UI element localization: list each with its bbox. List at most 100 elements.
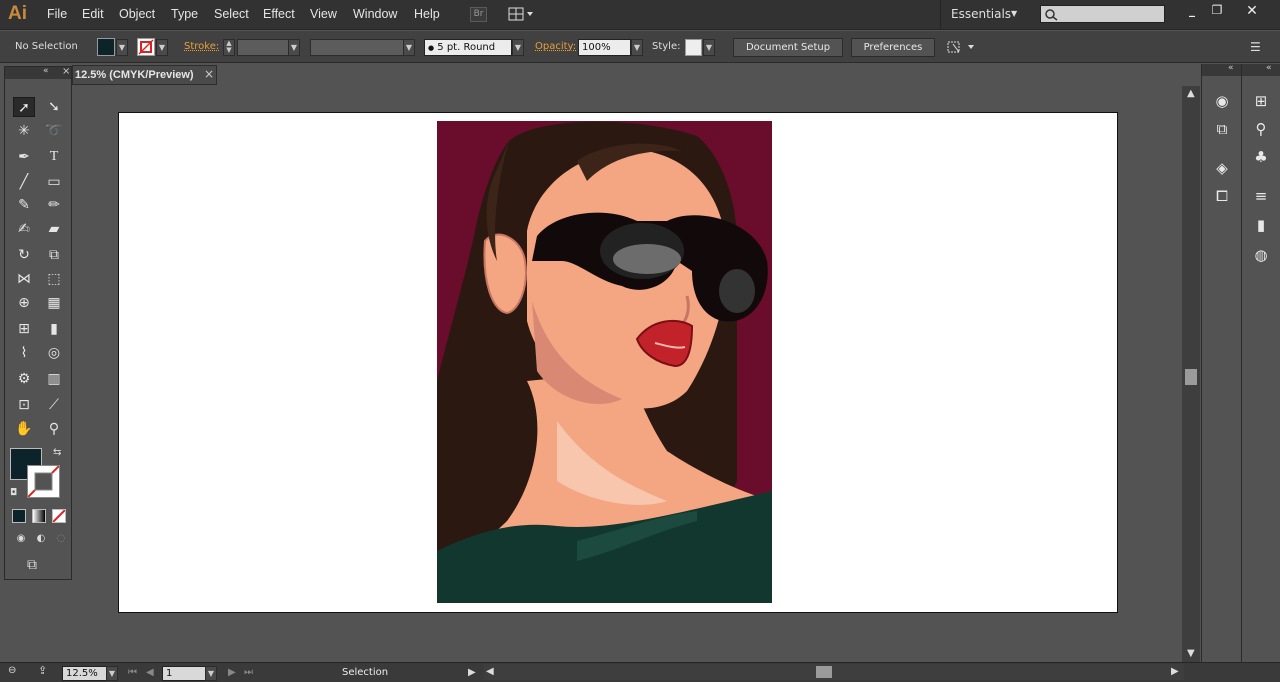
opacity-dropdown[interactable]: ▼ — [631, 39, 643, 56]
mesh-tool-icon[interactable]: ⊞ — [13, 319, 35, 339]
color-mode-button[interactable] — [12, 509, 26, 523]
fill-swatch[interactable] — [97, 38, 115, 56]
lasso-tool-icon[interactable]: ➰ — [43, 121, 65, 141]
menu-type[interactable]: Type — [171, 7, 198, 21]
draw-behind-icon[interactable]: ◐ — [33, 533, 49, 545]
opacity-label[interactable]: Opacity: — [535, 41, 576, 52]
document-setup-button[interactable]: Document Setup — [733, 38, 843, 57]
preferences-button[interactable]: Preferences — [851, 38, 935, 57]
draw-inside-icon[interactable]: ◌ — [53, 533, 69, 545]
artboard-number-field[interactable]: 1 — [162, 666, 206, 681]
paintbrush-tool-icon[interactable]: ✎ — [13, 195, 35, 215]
stroke-color-box[interactable] — [27, 465, 60, 498]
width-tool-icon[interactable]: ⋈ — [13, 269, 35, 289]
restore-button[interactable]: ❐ — [1205, 3, 1229, 19]
type-tool-icon[interactable]: T — [43, 147, 65, 167]
slice-tool-icon[interactable]: ⟋ — [43, 395, 65, 415]
next-artboard-icon[interactable]: ▶ — [228, 667, 236, 678]
graph-tool-icon[interactable]: ▥ — [43, 369, 65, 389]
symbol-sprayer-tool-icon[interactable]: ⚙ — [13, 369, 35, 389]
line-tool-icon[interactable]: ╱ — [13, 172, 35, 192]
swap-fill-stroke-icon[interactable]: ⇆ — [53, 447, 61, 458]
document-tab[interactable]: 12.5% (CMYK/Preview) × — [72, 65, 217, 85]
menu-object[interactable]: Object — [119, 7, 155, 21]
layers-icon[interactable]: ◈ — [1209, 157, 1235, 179]
menu-file[interactable]: File — [47, 7, 67, 21]
bridge-button[interactable]: Br — [470, 7, 487, 22]
stroke-weight-stepper[interactable]: ▲ ▼ — [223, 39, 235, 56]
arrange-documents-button[interactable] — [508, 6, 536, 22]
share-icon[interactable]: ⇪ — [38, 664, 47, 677]
collapse-icon[interactable]: « — [1266, 63, 1272, 73]
panel-dock-header[interactable]: « — [1202, 63, 1241, 76]
artboard-dropdown[interactable]: ▼ — [205, 666, 217, 681]
minimize-button[interactable]: _ — [1180, 3, 1204, 19]
transparency-panel-icon[interactable]: ◍ — [1248, 244, 1274, 266]
graphic-style-swatch[interactable] — [685, 39, 702, 56]
vertical-scroll-thumb[interactable] — [1185, 369, 1197, 385]
brush-dropdown[interactable]: ▼ — [512, 39, 524, 56]
panel-dock-header[interactable]: « — [1242, 63, 1280, 76]
perspective-grid-tool-icon[interactable]: ▦ — [43, 293, 65, 313]
blob-brush-tool-icon[interactable]: ✍ — [13, 219, 35, 239]
stroke-panel-icon[interactable]: ≡ — [1248, 185, 1274, 207]
vertical-scrollbar[interactable]: ▲ ▼ — [1182, 86, 1200, 662]
pen-tool-icon[interactable]: ✒ — [13, 147, 35, 167]
variable-width-dropdown[interactable]: ▼ — [403, 39, 415, 56]
help-search-input[interactable] — [1040, 5, 1165, 23]
tools-panel-header[interactable]: « × — [5, 66, 71, 79]
scale-tool-icon[interactable]: ⧉ — [43, 245, 65, 265]
close-document-icon[interactable]: × — [204, 67, 214, 81]
eraser-tool-icon[interactable]: ▰ — [43, 219, 65, 239]
variable-width-profile[interactable] — [310, 39, 404, 56]
stroke-weight-field[interactable] — [237, 39, 289, 56]
close-window-button[interactable]: ✕ — [1240, 3, 1264, 19]
collapse-icon[interactable]: « — [1228, 63, 1234, 73]
brush-definition[interactable]: ● 5 pt. Round — [424, 39, 512, 56]
scroll-left-icon[interactable]: ◀ — [486, 666, 494, 677]
scroll-up-icon[interactable]: ▲ — [1187, 88, 1195, 99]
direct-selection-tool-icon[interactable]: ➘ — [43, 97, 65, 117]
stroke-weight-dropdown[interactable]: ▼ — [288, 39, 300, 56]
close-panel-icon[interactable]: × — [62, 66, 70, 77]
eyedropper-tool-icon[interactable]: ⌇ — [13, 343, 35, 363]
symbols-icon[interactable]: ⧉ — [1209, 118, 1235, 140]
menu-edit[interactable]: Edit — [82, 7, 104, 21]
brushes-icon[interactable]: ⚲ — [1248, 118, 1274, 140]
symbols-club-icon[interactable]: ♣ — [1248, 146, 1274, 168]
artboards-icon[interactable]: ⧠ — [1209, 185, 1235, 207]
transform-panel-button[interactable] — [946, 39, 976, 55]
opacity-field[interactable]: 100% — [578, 39, 631, 56]
last-artboard-icon[interactable]: ⏭ — [244, 667, 253, 678]
scroll-down-icon[interactable]: ▼ — [1187, 648, 1195, 659]
collapse-icon[interactable]: « — [43, 66, 49, 76]
hand-tool-icon[interactable]: ✋ — [13, 419, 35, 439]
stroke-swatch[interactable] — [137, 38, 155, 56]
stroke-dropdown[interactable]: ▼ — [156, 39, 168, 56]
color-guide-icon[interactable]: ◉ — [1209, 90, 1235, 112]
gradient-tool-icon[interactable]: ▮ — [43, 319, 65, 339]
artwork-woman-sunglasses[interactable] — [437, 121, 772, 603]
rotate-tool-icon[interactable]: ↻ — [13, 245, 35, 265]
workspace-switcher[interactable]: Essentials ▼ — [940, 0, 1030, 30]
none-mode-button[interactable] — [52, 509, 66, 523]
zoom-field[interactable]: 12.5% — [62, 666, 107, 681]
horizontal-scrollbar[interactable]: ◀ ▶ — [484, 664, 1184, 680]
swatches-icon[interactable]: ⊞ — [1248, 90, 1274, 112]
fill-dropdown[interactable]: ▼ — [116, 39, 128, 56]
default-fill-stroke-icon[interactable]: ◘ — [10, 488, 17, 498]
screen-mode-icon[interactable]: ⧉ — [27, 557, 37, 573]
menu-effect[interactable]: Effect — [263, 7, 295, 21]
gradient-panel-icon[interactable]: ▮ — [1248, 214, 1274, 236]
blend-tool-icon[interactable]: ◎ — [43, 343, 65, 363]
zoom-tool-icon[interactable]: ⚲ — [43, 419, 65, 439]
stroke-label[interactable]: Stroke: — [184, 41, 219, 52]
artboard-tool-icon[interactable]: ⊡ — [13, 395, 35, 415]
rectangle-tool-icon[interactable]: ▭ — [43, 172, 65, 192]
status-menu-icon[interactable]: ▶ — [468, 667, 476, 678]
previous-artboard-icon[interactable]: ◀ — [146, 667, 154, 678]
draw-normal-icon[interactable]: ◉ — [13, 533, 29, 545]
horizontal-scroll-thumb[interactable] — [816, 666, 832, 678]
zoom-dropdown[interactable]: ▼ — [106, 666, 118, 681]
shape-builder-tool-icon[interactable]: ⊕ — [13, 293, 35, 313]
